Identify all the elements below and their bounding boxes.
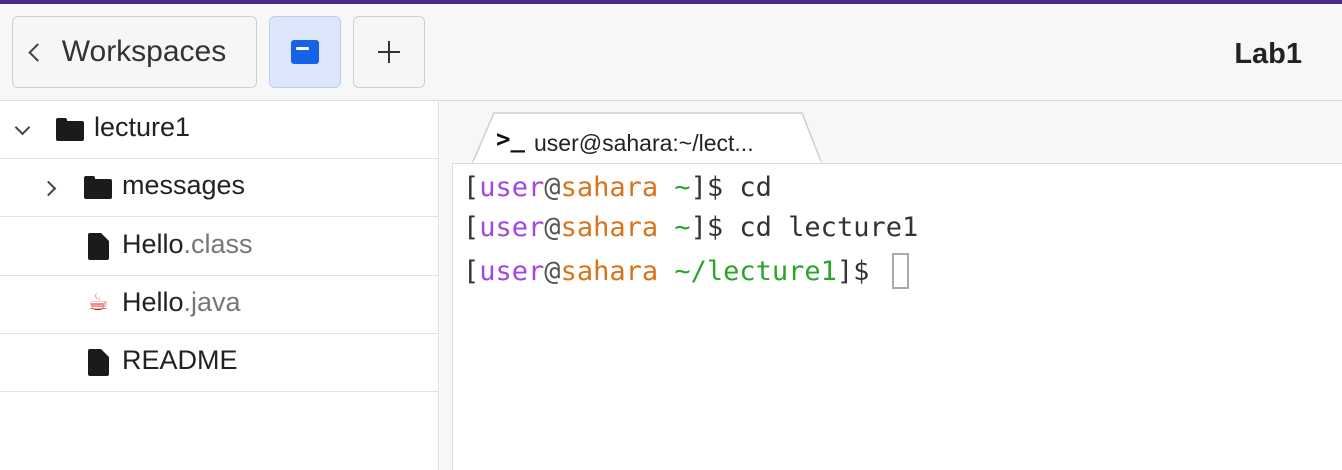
tree-item-lecture1[interactable]: lecture1 — [0, 101, 438, 159]
java-icon: ☕ — [87, 289, 109, 316]
tree-item-messages[interactable]: messages — [0, 159, 438, 217]
terminal-prompt-line: [user@sahara ~/lecture1]$ — [463, 253, 909, 289]
file-icon — [88, 233, 109, 260]
folder-icon — [56, 118, 84, 141]
tree-item-label: README — [122, 345, 238, 375]
terminal-output[interactable]: [user@sahara ~]$ cd [user@sahara ~]$ cd … — [452, 163, 1342, 470]
tree-item-hello-java[interactable]: ☕ Hello.java — [0, 276, 438, 334]
terminal-cursor[interactable] — [891, 253, 909, 289]
tree-item-hello-class[interactable]: Hello.class — [0, 218, 438, 276]
workspace-title: Lab1 — [1234, 38, 1302, 70]
add-button[interactable] — [353, 16, 425, 88]
file-explorer: lecture1 messages Hello.class ☕ Hello.ja… — [0, 101, 439, 470]
files-panel-toggle-button[interactable] — [269, 16, 341, 88]
terminal-line: [user@sahara ~]$ cd — [463, 172, 772, 203]
terminal-icon: >_ — [496, 125, 525, 153]
back-to-workspaces-button[interactable]: Workspaces — [12, 16, 257, 88]
tree-item-label: lecture1 — [94, 112, 191, 142]
chevron-down-icon[interactable] — [14, 119, 31, 136]
workspaces-label: Workspaces — [61, 35, 227, 68]
tree-item-label: Hello.java — [122, 287, 241, 317]
terminal-line: [user@sahara ~]$ cd lecture1 — [463, 212, 919, 243]
tree-item-readme[interactable]: README — [0, 334, 438, 392]
tree-item-label: messages — [122, 170, 246, 200]
plus-icon — [378, 41, 400, 63]
folder-icon — [84, 176, 112, 199]
chevron-right-icon[interactable] — [40, 180, 57, 197]
files-icon — [291, 40, 319, 64]
chevron-left-icon — [28, 42, 47, 62]
terminal-tab-label: user@sahara:~/lect... — [534, 130, 754, 156]
tree-item-label: Hello.class — [122, 229, 253, 259]
file-icon — [88, 349, 109, 376]
terminal-panel: >_ user@sahara:~/lect... [user@sahara ~]… — [440, 101, 1342, 470]
toolbar: Workspaces Lab1 — [0, 4, 1342, 101]
